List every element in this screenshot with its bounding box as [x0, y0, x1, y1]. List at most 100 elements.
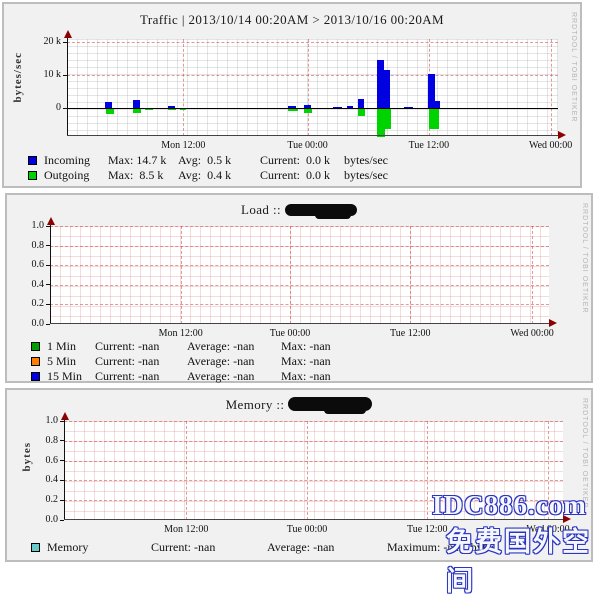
legend-text: Current: -nan — [95, 354, 187, 369]
x-tick-label: Mon 12:00 — [153, 328, 209, 339]
legend-text: Max: 8.5 k — [108, 168, 178, 183]
x-axis — [50, 323, 549, 324]
y-grid-major — [67, 75, 558, 76]
x-tick-label: Wed 00:00 — [523, 140, 579, 151]
x-grid-major — [551, 39, 552, 136]
load-graph-title: Load :: — [7, 202, 591, 218]
legend-text: Average: -nan — [187, 369, 281, 384]
y-tick-label: 20 k — [25, 36, 61, 47]
y-axis — [67, 34, 68, 136]
legend-text: Avg: 0.5 k — [178, 153, 260, 168]
idc886-watermark: IDC886.com — [432, 490, 587, 521]
bar-incoming — [168, 106, 175, 108]
legend-row: 5 MinCurrent: -nanAverage: -nanMax: -nan — [31, 354, 581, 369]
x-grid-major — [308, 39, 309, 136]
y-tick-label: 0.8 — [8, 240, 44, 251]
bar-incoming — [105, 102, 112, 108]
y-tick-label: 0.6 — [22, 455, 58, 466]
y-tick-label: 1.0 — [8, 220, 44, 231]
y-tick-label: 0 — [25, 102, 61, 113]
bar-outgoing — [168, 109, 176, 110]
load-legend: 1 MinCurrent: -nanAverage: -nanMax: -nan… — [31, 339, 581, 384]
legend-text: Current: 0.0 k — [260, 168, 344, 183]
y-grid-major — [50, 304, 549, 305]
legend-swatch — [31, 372, 40, 381]
bar-outgoing — [180, 109, 186, 110]
bar-outgoing — [385, 109, 391, 129]
x-axis-arrow-icon — [558, 131, 570, 139]
bar-incoming — [304, 105, 311, 108]
y-grid-major — [50, 246, 549, 247]
y-tick-label: 0.4 — [22, 474, 58, 485]
x-tick-label: Tue 12:00 — [382, 328, 438, 339]
rrdtool-signature: RRDTOOL / TOBI OETIKER — [570, 12, 577, 122]
legend-row: OutgoingMax: 8.5 kAvg: 0.4 kCurrent: 0.0… — [28, 168, 570, 183]
y-axis — [50, 221, 51, 324]
chinese-slogan-watermark: 免费国外空间 — [446, 520, 600, 598]
legend-row: 15 MinCurrent: -nanAverage: -nanMax: -na… — [31, 369, 581, 384]
legend-text: Max: 14.7 k — [108, 153, 178, 168]
legend-text: Average: -nan — [187, 354, 281, 369]
load-graph-panel: Load :: RRDTOOL / TOBI OETIKER 1 MinCurr… — [5, 193, 593, 383]
legend-swatch — [31, 543, 40, 552]
traffic-plot-area — [67, 39, 558, 136]
y-tick-label: 1.0 — [22, 415, 58, 426]
load-plot-area — [50, 226, 549, 324]
y-axis-arrow-icon — [47, 213, 55, 225]
bar-incoming — [435, 101, 440, 108]
y-grid-major — [64, 441, 563, 442]
bar-incoming — [377, 60, 384, 108]
bar-outgoing — [145, 109, 153, 110]
y-tick-label: 10 k — [25, 69, 61, 80]
legend-text: Current: -nan — [151, 540, 267, 555]
x-grid-major — [186, 421, 187, 520]
y-axis-arrow-icon — [61, 408, 69, 420]
y-grid-major — [64, 421, 563, 422]
legend-text: Average: -nan — [187, 339, 281, 354]
legend-text: Max: -nan — [281, 354, 331, 369]
x-tick-label: Tue 00:00 — [279, 524, 335, 535]
x-grid-major — [532, 226, 533, 324]
traffic-legend: IncomingMax: 14.7 kAvg: 0.5 kCurrent: 0.… — [28, 153, 570, 183]
legend-text: Current: 0.0 k — [260, 153, 344, 168]
bar-incoming — [133, 100, 140, 108]
redacted-hostname-blob — [288, 397, 372, 411]
bar-outgoing — [429, 109, 439, 129]
y-tick-label: 0.0 — [22, 514, 58, 525]
legend-text: 15 Min — [47, 369, 95, 384]
legend-text: Current: -nan — [95, 339, 187, 354]
bar-outgoing — [106, 109, 114, 114]
y-axis-arrow-icon — [64, 26, 72, 38]
legend-row: IncomingMax: 14.7 kAvg: 0.5 kCurrent: 0.… — [28, 153, 570, 168]
bar-outgoing — [358, 109, 365, 116]
legend-text: bytes/sec — [344, 153, 388, 168]
memory-title-text: Memory :: — [226, 397, 285, 412]
legend-text: 1 Min — [47, 339, 95, 354]
bar-incoming — [384, 70, 390, 108]
x-tick-label: Tue 00:00 — [262, 328, 318, 339]
y-grid-major — [64, 461, 563, 462]
traffic-graph-title: Traffic | 2013/10/14 00:20AM > 2013/10/1… — [4, 12, 580, 28]
x-tick-label: Wed 00:00 — [504, 328, 560, 339]
y-tick-label: 0.8 — [22, 435, 58, 446]
legend-text: Max: -nan — [281, 339, 331, 354]
y-axis — [64, 416, 65, 520]
bar-incoming — [404, 107, 413, 108]
bar-incoming — [333, 107, 343, 108]
legend-text: Max: -nan — [281, 369, 331, 384]
x-grid-major — [183, 39, 184, 136]
traffic-graph-panel: Traffic | 2013/10/14 00:20AM > 2013/10/1… — [2, 2, 582, 188]
x-grid-major — [307, 421, 308, 520]
x-tick-label: Tue 12:00 — [401, 140, 457, 151]
legend-text: Avg: 0.4 k — [178, 168, 260, 183]
x-axis-arrow-icon — [549, 319, 561, 327]
y-grid-major — [50, 285, 549, 286]
y-grid-major — [64, 480, 563, 481]
bar-incoming — [288, 106, 296, 108]
y-tick-label: 0.0 — [8, 318, 44, 329]
bar-incoming — [347, 106, 352, 108]
x-axis — [67, 135, 558, 136]
rrdtool-signature: RRDTOOL / TOBI OETIKER — [581, 203, 588, 313]
x-tick-label: Mon 12:00 — [155, 140, 211, 151]
y-tick-label: 0.2 — [8, 298, 44, 309]
